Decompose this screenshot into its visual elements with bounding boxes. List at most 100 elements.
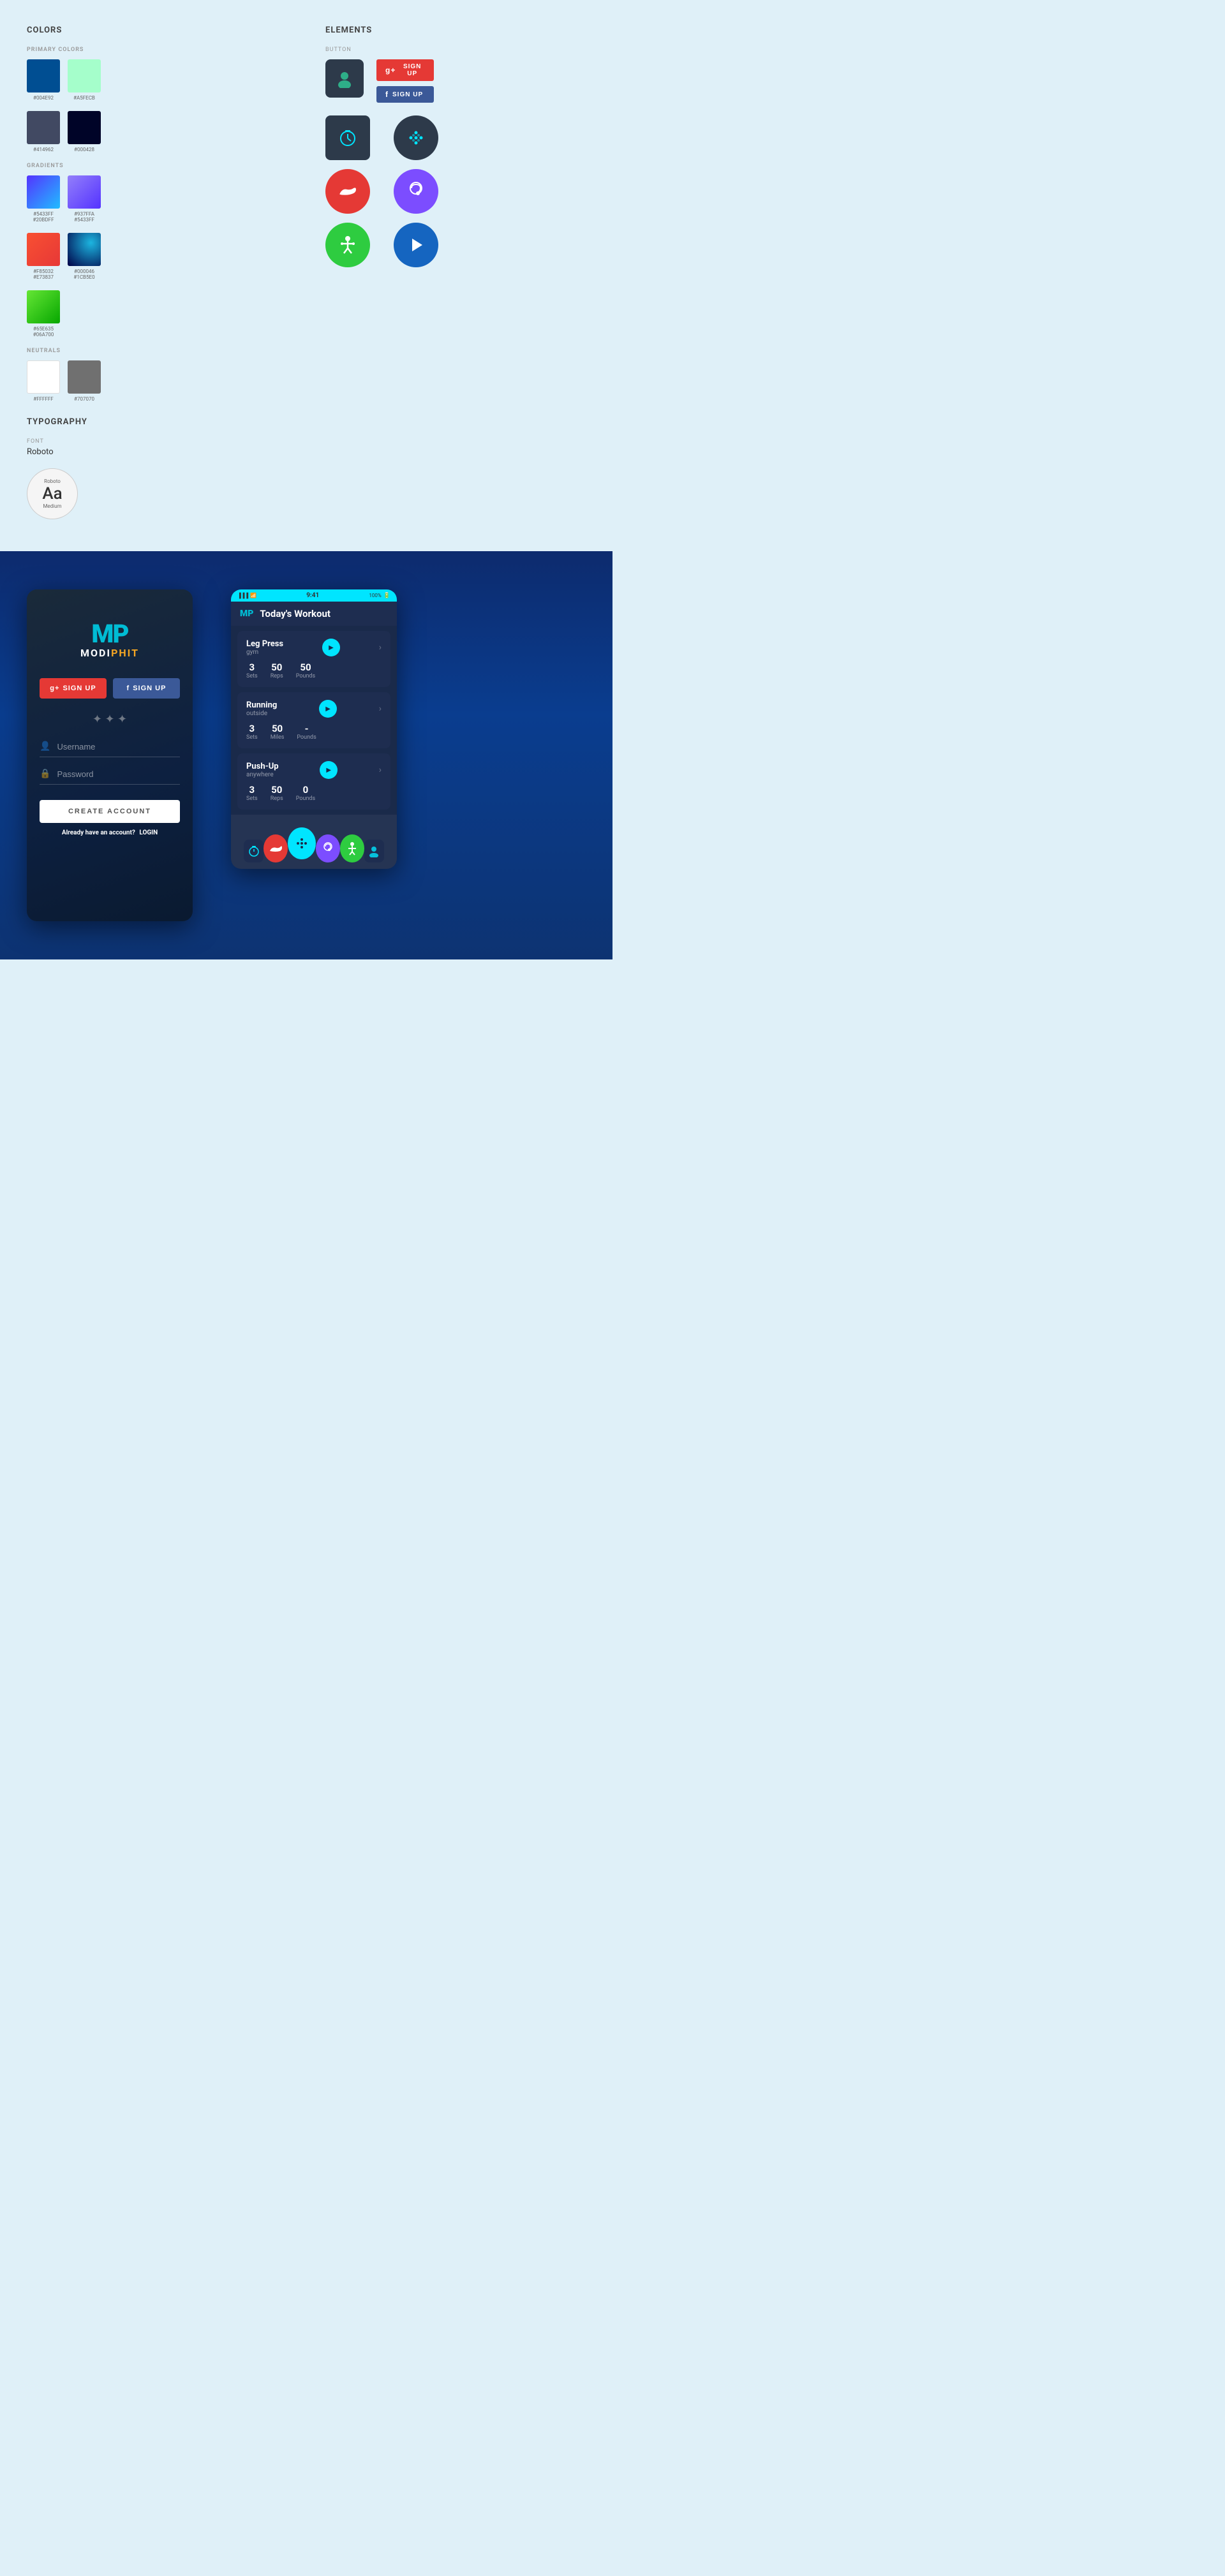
facebook-login-button[interactable]: f SIGN UP: [113, 678, 180, 699]
neutrals-subtitle: NEUTRALS: [27, 348, 287, 354]
stat-sets-1: 3 Sets: [246, 723, 258, 741]
shoe-nav-icon[interactable]: [264, 834, 288, 862]
logo-phit: PHIT: [111, 647, 139, 659]
gradient-row-1: #5433FF#20BDFF #937FFA#5433FF: [27, 175, 287, 223]
gradient-swatch-wrap-1: #5433FF#20BDFF: [27, 175, 60, 223]
stat-label-pounds-1: Pounds: [297, 734, 316, 741]
gradient-swatch-wrap-5: #65E635#06A700: [27, 290, 60, 337]
color-label-1: #004E92: [33, 95, 54, 101]
phone-login: MP MODIPHIT g+ SIGN UP f SIGN UP ✦ ✦ ✦: [27, 589, 193, 921]
stat-label-miles-1: Miles: [271, 734, 285, 741]
stat-val-miles-1: 50: [271, 723, 285, 734]
app-section: MP MODIPHIT g+ SIGN UP f SIGN UP ✦ ✦ ✦: [0, 551, 612, 959]
exercise-name-text-2: Push-Up: [246, 762, 279, 771]
signal-icons: ▐▐▐ 📶: [237, 593, 256, 598]
body-nav-icon[interactable]: [340, 834, 364, 862]
stat-val-sets-0: 3: [246, 662, 258, 673]
neutral-swatch-wrap-2: #707070: [68, 360, 101, 402]
stat-pounds-0: 50 Pounds: [296, 662, 315, 679]
gradient-swatch-5: [27, 290, 60, 323]
workout-title: Today's Workout: [260, 608, 330, 619]
status-time: 9:41: [306, 592, 319, 599]
exercise-name-2: Push-Up anywhere: [246, 762, 279, 778]
create-account-button[interactable]: CREATE ACCOUNT: [40, 800, 180, 823]
gradient-swatch-3: [27, 233, 60, 266]
user-icon: 👤: [40, 741, 50, 751]
google-plus-icon: g+: [50, 685, 59, 692]
signup-buttons: g+ SIGN UP f SIGN UP: [40, 678, 180, 699]
password-field[interactable]: 🔒: [40, 764, 180, 785]
stat-sets-2: 3 Sets: [246, 784, 258, 802]
color-swatch-3: [27, 111, 60, 144]
gradients-subtitle: GRADIENTS: [27, 163, 287, 169]
exercise-location-2: anywhere: [246, 771, 279, 778]
stat-reps-2: 50 Reps: [271, 784, 283, 802]
font-label: FONT: [27, 438, 287, 445]
phone-workout: ▐▐▐ 📶 9:41 100% 🔋 MP Today's Workout Leg…: [231, 589, 397, 869]
google-login-button[interactable]: g+ SIGN UP: [40, 678, 107, 699]
status-bar: ▐▐▐ 📶 9:41 100% 🔋: [231, 589, 397, 602]
stat-sets-0: 3 Sets: [246, 662, 258, 679]
card-header-1: Running outside ▶ ›: [246, 700, 382, 718]
font-circle-aa: Aa: [42, 484, 62, 503]
google-signup-label: SIGN UP: [399, 63, 425, 77]
color-swatch-4: [68, 111, 101, 144]
bottom-nav: [231, 815, 397, 869]
stat-reps-0: 50 Reps: [271, 662, 283, 679]
color-swatch-wrap-4: #000428: [68, 111, 101, 152]
stat-label-sets-1: Sets: [246, 734, 258, 741]
exercise-stats-0: 3 Sets 50 Reps 50 Pounds: [246, 662, 382, 679]
stat-label-pounds-2: Pounds: [296, 796, 315, 802]
play-button-1[interactable]: ▶: [319, 700, 337, 718]
head-nav-icon[interactable]: [316, 834, 340, 862]
exercise-stats-1: 3 Sets 50 Miles - Pounds: [246, 723, 382, 741]
neutral-row: #FFFFFF #707070: [27, 360, 287, 402]
username-input[interactable]: [57, 742, 180, 751]
facebook-f-icon: f: [127, 685, 130, 692]
gradient-label-3: #F85032#E73837: [33, 269, 54, 280]
gradient-label-1: #5433FF#20BDFF: [33, 211, 54, 223]
dots-dark-icon: [394, 115, 438, 160]
modiphit-logo: MP MODIPHIT: [80, 621, 139, 659]
dots-fab-icon[interactable]: [288, 827, 315, 859]
password-input[interactable]: [57, 769, 180, 779]
primary-color-row: #004E92 #A5FECB: [27, 59, 287, 101]
stat-label-reps-0: Reps: [271, 673, 283, 679]
google-signup-button[interactable]: g+ SIGN UP: [376, 59, 434, 81]
spec-section: COLORS PRIMARY COLORS #004E92 #A5FECB: [0, 0, 612, 551]
gradient-label-2: #937FFA#5433FF: [74, 211, 94, 223]
colors-title: COLORS: [27, 26, 287, 35]
body-green-icon: [325, 223, 370, 267]
exercise-card-2: Push-Up anywhere ▶ › 3 Sets 50 Reps 0 Po…: [237, 753, 390, 810]
wifi-icon: 📶: [250, 593, 256, 598]
facebook-signup-label: SIGN UP: [392, 91, 423, 98]
stat-val-sets-2: 3: [246, 784, 258, 796]
typography-title: TYPOGRAPHY: [27, 417, 287, 427]
google-login-label: SIGN UP: [63, 685, 96, 692]
username-field[interactable]: 👤: [40, 736, 180, 757]
workout-header: MP Today's Workout: [231, 602, 397, 626]
stat-pounds-2: 0 Pounds: [296, 784, 315, 802]
font-circle: Roboto Aa Medium: [27, 468, 78, 519]
play-blue-icon[interactable]: [394, 223, 438, 267]
elements-title: ELEMENTS: [325, 26, 586, 35]
stat-label-pounds-0: Pounds: [296, 673, 315, 679]
play-button-2[interactable]: ▶: [320, 761, 338, 779]
gradient-swatch-2: [68, 175, 101, 209]
login-link: Already have an account? LOGIN: [62, 829, 158, 836]
facebook-login-label: SIGN UP: [133, 685, 166, 692]
facebook-signup-button[interactable]: f SIGN UP: [376, 86, 434, 103]
neutral-swatch-2: [68, 360, 101, 394]
stat-val-pounds-2: 0: [296, 784, 315, 796]
play-button-0[interactable]: ▶: [322, 639, 340, 656]
login-link-text[interactable]: LOGIN: [139, 829, 158, 836]
font-circle-weight: Medium: [43, 503, 61, 509]
avatar-nav-icon[interactable]: [364, 840, 384, 862]
neutral-label-1: #FFFFFF: [33, 396, 53, 402]
stat-label-sets-2: Sets: [246, 796, 258, 802]
bottom-icons-row: [237, 827, 390, 862]
timer-nav-icon[interactable]: [244, 840, 264, 862]
exercise-card-1: Running outside ▶ › 3 Sets 50 Miles - Po…: [237, 692, 390, 748]
typography-block: TYPOGRAPHY FONT Roboto Roboto Aa Medium: [27, 417, 287, 519]
divider-icon: ✦ ✦ ✦: [93, 713, 127, 726]
